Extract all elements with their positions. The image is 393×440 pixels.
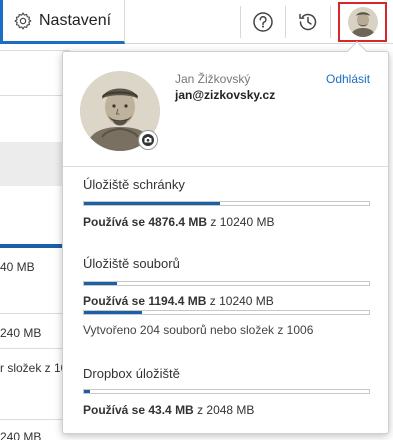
dropbox-storage-usage: Používá se 43.4 MB z 2048 MB: [83, 403, 254, 417]
usage-prefix: Používá se: [83, 215, 149, 229]
usage-value: 43.4 MB: [148, 403, 194, 417]
divider: [0, 419, 70, 420]
top-bar: Nastavení: [0, 0, 393, 44]
change-photo-button[interactable]: [138, 130, 158, 150]
separator: [240, 6, 241, 38]
background-progress-fill: [0, 244, 64, 248]
dropbox-storage-bar: [83, 389, 370, 394]
separator: [285, 6, 286, 38]
file-storage-bar: [83, 281, 370, 286]
history-button[interactable]: [295, 9, 321, 35]
tab-settings[interactable]: Nastavení: [0, 0, 125, 44]
account-popup: Jan Žižkovský jan@zizkovsky.cz Odhlásit …: [62, 41, 389, 434]
file-storage-usage: Používá se 1194.4 MB z 10240 MB: [83, 294, 274, 308]
usage-total: z 2048 MB: [193, 403, 255, 417]
history-icon: [299, 13, 317, 31]
divider: [0, 95, 70, 96]
user-email: jan@zizkovsky.cz: [175, 88, 276, 102]
background-usage-text: 240 MB: [0, 430, 42, 440]
divider: [0, 50, 70, 51]
usage-total: z 10240 MB: [207, 215, 275, 229]
logout-link[interactable]: Odhlásit: [326, 72, 370, 86]
background-row-header: [0, 142, 70, 186]
user-name: Jan Žižkovský: [175, 72, 251, 86]
tab-settings-label: Nastavení: [39, 11, 112, 29]
mailbox-storage-usage: Používá se 4876.4 MB z 10240 MB: [83, 215, 274, 229]
help-button[interactable]: [250, 9, 276, 35]
usage-value: 4876.4 MB: [148, 215, 208, 229]
file-count-bar: [83, 310, 370, 315]
account-avatar-button[interactable]: [338, 2, 387, 42]
mailbox-storage-bar: [83, 201, 370, 206]
file-count-fill: [84, 311, 142, 314]
file-storage-title: Úložiště souborů: [83, 256, 180, 271]
usage-value: 1194.4 MB: [148, 294, 207, 308]
mailbox-storage-fill: [84, 202, 220, 205]
usage-total: z 10240 MB: [206, 294, 274, 308]
help-icon: [253, 12, 273, 32]
separator: [330, 6, 331, 38]
divider: [0, 313, 70, 314]
mailbox-storage-title: Úložiště schránky: [83, 177, 185, 192]
usage-prefix: Používá se: [83, 294, 149, 308]
file-count-note: Vytvořeno 204 souborů nebo složek z 1006: [83, 323, 314, 337]
divider: [0, 348, 70, 349]
avatar: [347, 7, 378, 37]
background-usage-text: 40 MB: [0, 260, 35, 274]
divider: [63, 166, 388, 167]
dropbox-storage-fill: [84, 390, 90, 393]
camera-icon: [142, 134, 154, 146]
dropbox-storage-title: Dropbox úložiště: [83, 366, 180, 381]
file-storage-fill: [84, 282, 118, 285]
usage-prefix: Používá se: [83, 403, 149, 417]
background-usage-text: 240 MB: [0, 326, 42, 340]
gear-icon: [14, 12, 32, 29]
